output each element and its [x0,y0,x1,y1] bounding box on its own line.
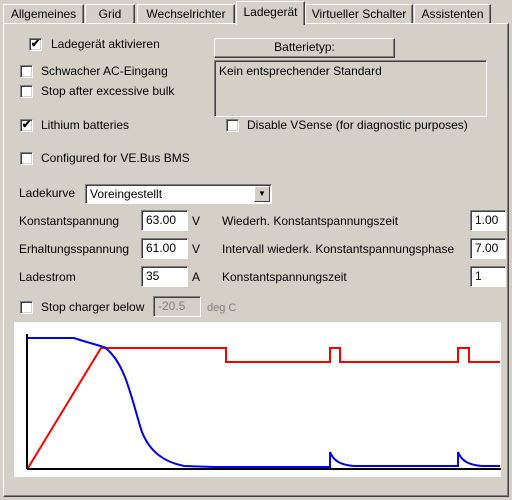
stop-below-checkbox[interactable] [20,301,33,314]
charge-curve-svg [26,334,501,470]
enable-charger-checkbox[interactable]: ✔ [29,38,42,51]
repeated-absorption-interval-label: Intervall wiederk. Konstantspannungsphas… [222,242,455,256]
tab-general[interactable]: Allgemeines [3,4,84,23]
stop-bulk-checkbox[interactable] [20,85,33,98]
constant-voltage-input[interactable]: 63.00 [141,210,188,231]
charge-curve-graph [14,322,501,477]
repeated-absorption-time-input[interactable]: 1.00 [470,210,506,231]
battery-type-button[interactable]: Batterietyp: [214,38,395,58]
lithium-checkbox[interactable]: ✔ [20,119,33,132]
disable-vsense-label: Disable VSense (for diagnostic purposes) [247,118,468,132]
vebus-bms-label: Configured for VE.Bus BMS [41,151,190,165]
tab-grid[interactable]: Grid [85,4,135,23]
float-voltage-unit: V [192,242,201,256]
float-voltage-label: Erhaltungsspannung [19,242,130,256]
weak-ac-label: Schwacher AC-Eingang [41,64,168,78]
stop-below-label: Stop charger below [41,300,145,314]
current-curve [28,337,500,468]
constant-voltage-label: Konstantspannung [19,214,120,228]
charge-curve-value: Voreingestellt [90,187,163,201]
voltage-curve [27,347,500,469]
float-voltage-input[interactable]: 61.00 [141,238,188,259]
absorption-time-label: Konstantspannungszeit [222,270,347,284]
enable-charger-label: Ladegerät aktivieren [51,37,160,51]
constant-voltage-unit: V [192,214,201,228]
charge-curve-select[interactable]: Voreingestellt ▼ [85,184,272,204]
tab-charger[interactable]: Ladegerät [236,1,305,25]
tab-inverter[interactable]: Wechselrichter [137,4,235,23]
repeated-absorption-time-label: Wiederh. Konstantspannungszeit [222,214,399,228]
stop-below-unit: deg C [207,302,237,314]
disable-vsense-checkbox[interactable] [226,119,239,132]
absorption-time-input[interactable]: 1 [470,266,506,287]
tab-bar: Allgemeines Grid Wechselrichter Ladegerä… [0,0,512,25]
battery-type-description: Kein entsprechender Standard [214,60,487,117]
repeated-absorption-interval-input[interactable]: 7.00 [470,238,506,259]
tab-virtual-switch[interactable]: Virtueller Schalter [305,4,413,23]
chevron-down-icon[interactable]: ▼ [254,186,270,202]
vebus-bms-checkbox[interactable] [20,152,33,165]
charge-current-unit: A [192,270,201,284]
charge-curve-label: Ladekurve [19,186,76,200]
stop-bulk-label: Stop after excessive bulk [41,84,175,98]
stop-below-input[interactable]: -20.5 [153,296,201,317]
weak-ac-checkbox[interactable] [20,65,33,78]
tab-assistants[interactable]: Assistenten [414,4,491,23]
charge-current-input[interactable]: 35 [141,266,188,287]
lithium-label: Lithium batteries [41,118,130,132]
charge-current-label: Ladestrom [19,270,76,284]
